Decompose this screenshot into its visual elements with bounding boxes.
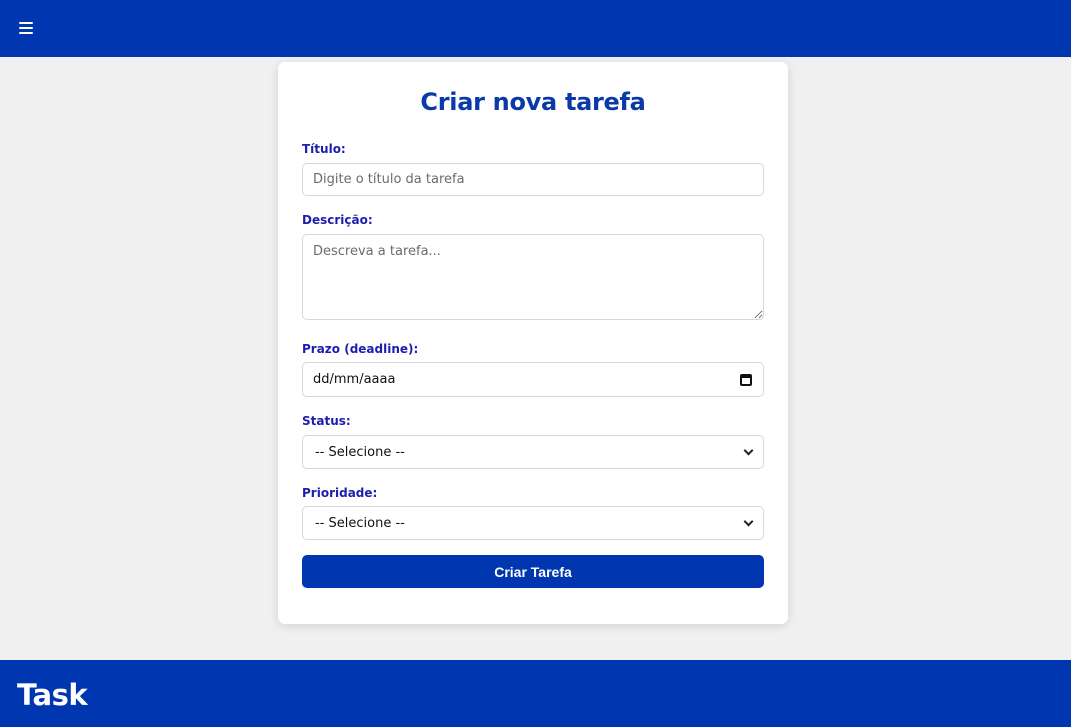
deadline-label: Prazo (deadline): xyxy=(302,342,419,356)
create-task-card: Criar nova tarefa Título: Descrição: Pra… xyxy=(278,62,788,624)
status-select[interactable]: -- Selecione -- xyxy=(302,435,764,469)
top-navbar xyxy=(0,0,1071,57)
calendar-icon[interactable] xyxy=(740,374,752,386)
priority-selected-value: -- Selecione -- xyxy=(315,516,405,531)
description-textarea[interactable] xyxy=(302,234,764,320)
footer: Task xyxy=(0,660,1071,727)
priority-select[interactable]: -- Selecione -- xyxy=(302,506,764,540)
chevron-down-icon xyxy=(743,516,754,527)
priority-label: Prioridade: xyxy=(302,486,378,500)
description-label: Descrição: xyxy=(302,213,373,227)
footer-brand: Task xyxy=(17,678,88,712)
page-title: Criar nova tarefa xyxy=(420,88,646,116)
create-task-button[interactable]: Criar Tarefa xyxy=(302,555,764,588)
deadline-date-input[interactable]: dd/mm/aaaa xyxy=(302,362,764,397)
chevron-down-icon xyxy=(743,445,754,456)
title-label: Título: xyxy=(302,142,346,156)
status-label: Status: xyxy=(302,414,351,428)
status-selected-value: -- Selecione -- xyxy=(315,445,405,460)
title-input[interactable] xyxy=(302,163,764,196)
hamburger-menu-icon[interactable] xyxy=(17,19,37,37)
deadline-value: dd/mm/aaaa xyxy=(313,372,396,387)
